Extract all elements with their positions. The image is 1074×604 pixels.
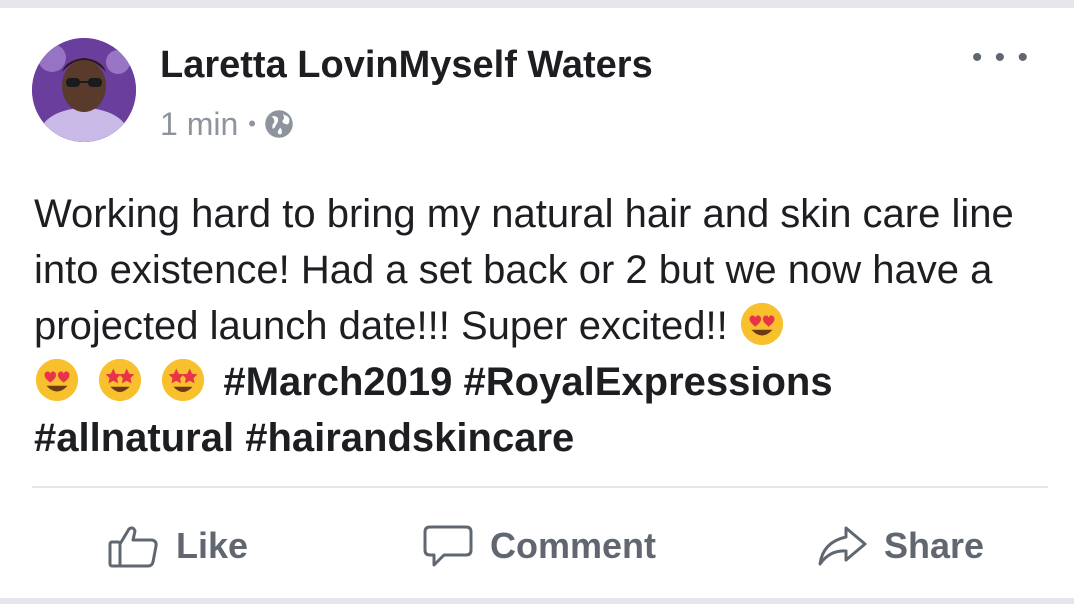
share-button[interactable]: Share [816,524,984,568]
comment-icon [423,525,473,567]
bottom-separator [0,598,1074,604]
hashtag-link[interactable]: #allnatural [34,416,234,460]
like-label: Like [176,525,249,566]
thumbs-up-icon [108,526,158,568]
avatar-photo [32,38,136,142]
share-arrow-icon [818,526,867,566]
more-options-icon[interactable]: • • • [972,43,1030,73]
post-card: Laretta LovinMyself Waters 1 min • • • •… [0,8,1074,604]
avatar[interactable] [32,38,136,142]
post-text: Working hard to bring my natural hair an… [34,186,1044,466]
share-label: Share [884,525,985,566]
timestamp[interactable]: 1 min [160,106,238,143]
hashtag-link[interactable]: #RoyalExpressions [464,360,833,404]
like-button[interactable]: Like [108,524,248,568]
action-divider [32,486,1048,488]
hashtag-link[interactable]: #March2019 [223,360,452,404]
heart-eyes-emoji [740,302,783,346]
star-struck-emoji [99,358,142,402]
post-text-content: Working hard to bring my natural hair an… [34,192,1014,348]
star-struck-emoji [162,358,205,402]
meta-separator: • [248,111,256,136]
action-bar: Like Comment Share [0,506,1074,586]
globe-icon[interactable] [264,109,294,139]
author-name[interactable]: Laretta LovinMyself Waters [160,44,653,87]
hashtag-link[interactable]: #hairandskincare [245,416,574,460]
heart-eyes-emoji [35,358,79,402]
top-separator [0,0,1074,8]
comment-label: Comment [490,525,657,566]
comment-button[interactable]: Comment [422,524,656,568]
post-meta: 1 min • [160,106,294,142]
